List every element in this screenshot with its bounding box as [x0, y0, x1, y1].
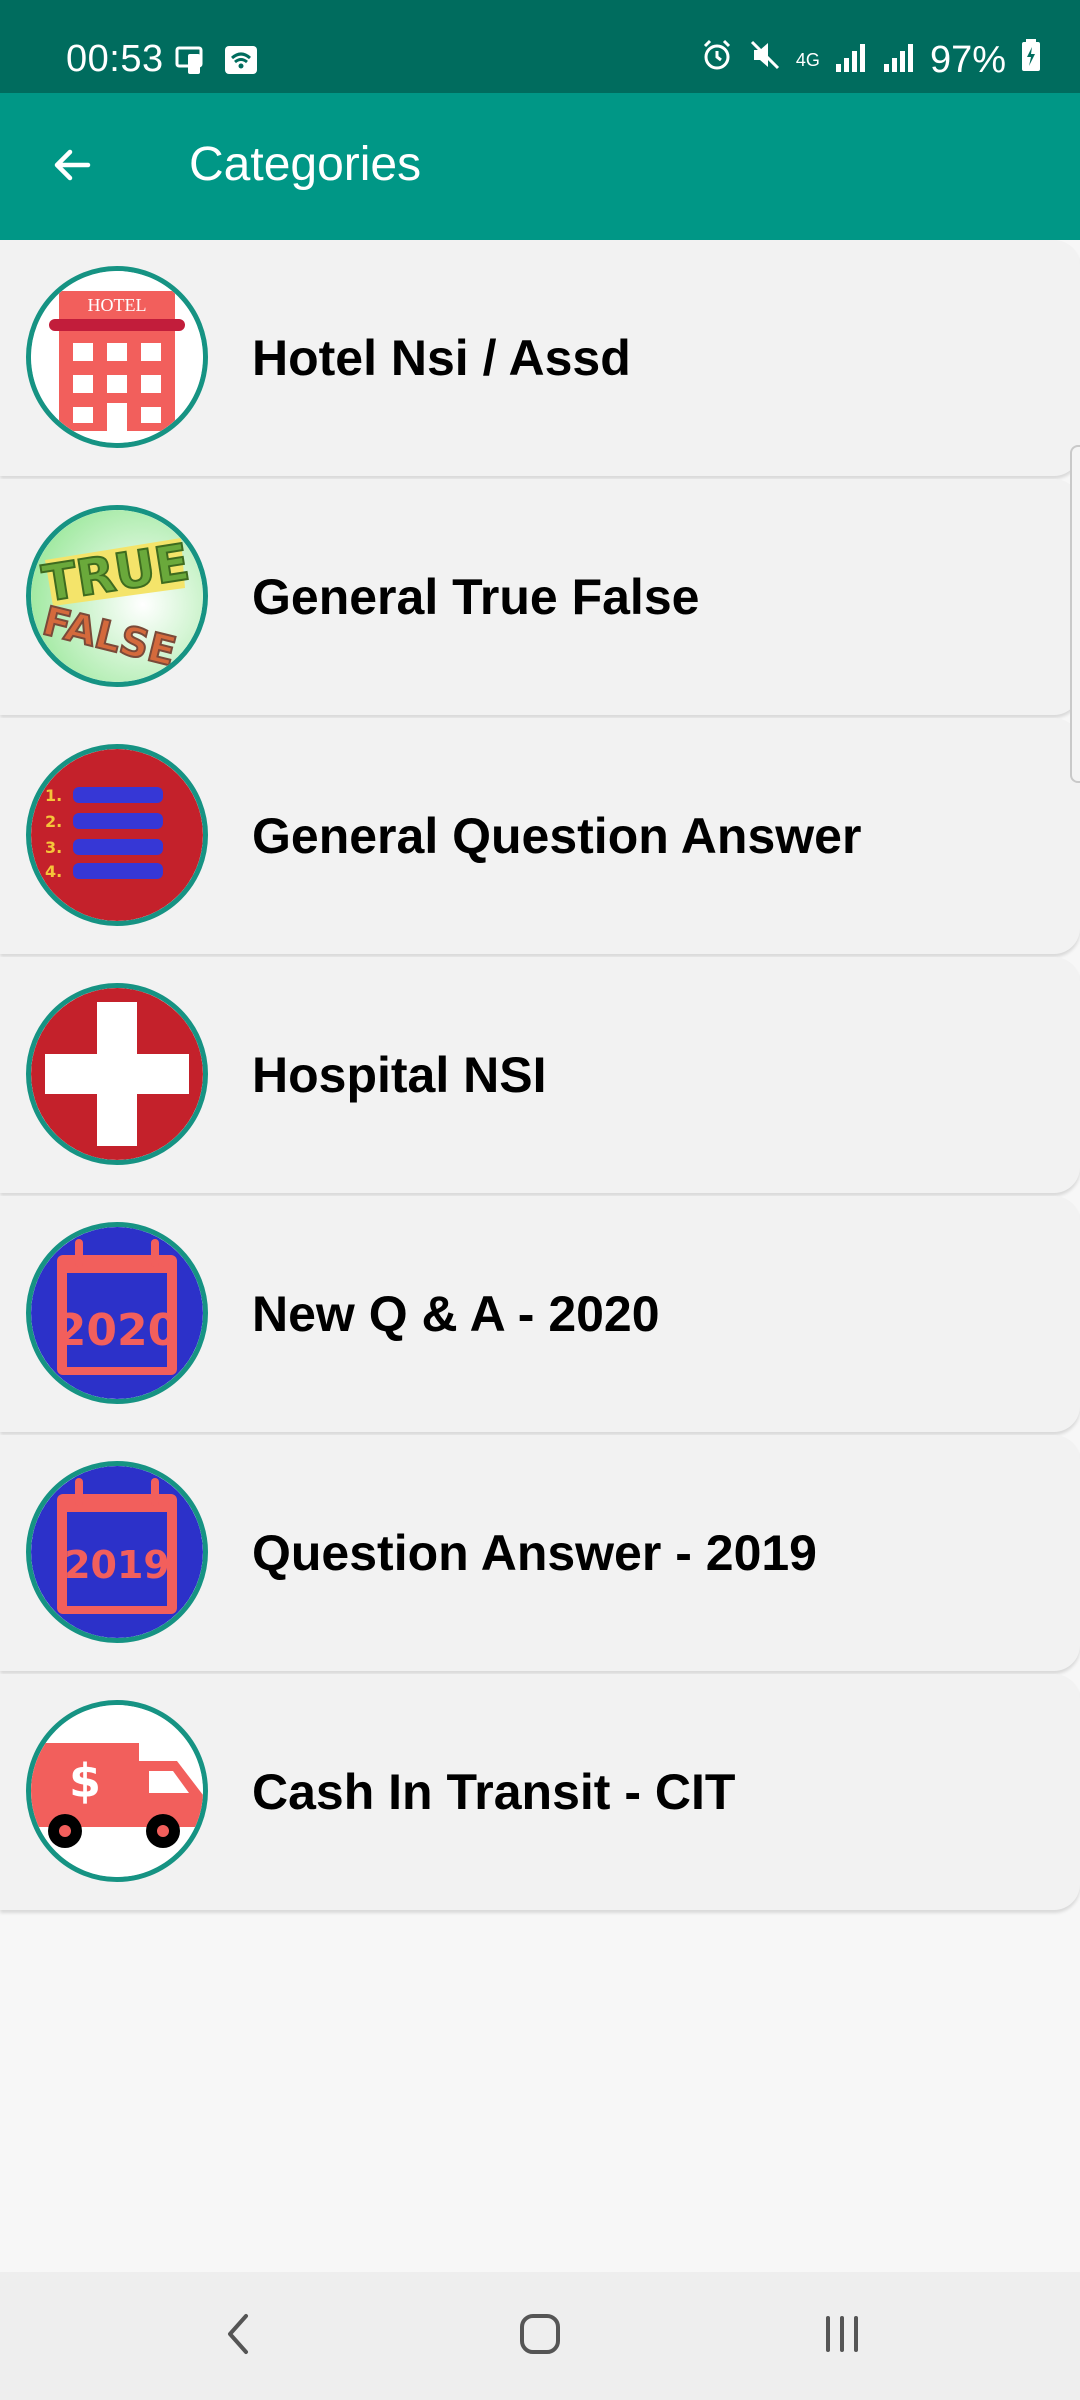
category-label: General True False: [252, 569, 700, 625]
alarm-icon: [700, 38, 734, 82]
status-time: 00:53: [66, 38, 164, 80]
hotel-icon: HOTEL: [26, 266, 208, 448]
calendar-2020-icon: 2020: [26, 1222, 208, 1404]
cash-truck-icon: $: [26, 1700, 208, 1882]
battery-charging-icon: [1020, 38, 1042, 82]
calendar-2019-icon: 2019: [26, 1461, 208, 1643]
battery-percent: 97%: [929, 38, 1006, 81]
svg-text:1.: 1.: [45, 786, 62, 805]
network-type-icon: 4G: [795, 50, 820, 70]
page-title: Categories: [189, 138, 422, 191]
svg-text:2020: 2020: [56, 1305, 178, 1356]
true-false-icon: TRUE FALSE: [26, 505, 208, 687]
category-item-question-answer-2019[interactable]: 2019 Question Answer - 2019: [0, 1435, 1080, 1671]
category-item-general-question-answer[interactable]: 1. 2. 3. 4. General Question Answer: [0, 718, 1080, 954]
mute-icon: [748, 38, 782, 82]
nav-recents-button[interactable]: [806, 2300, 878, 2372]
svg-text:3.: 3.: [45, 838, 62, 857]
svg-text:2.: 2.: [45, 812, 62, 831]
nav-back-button[interactable]: [202, 2300, 274, 2372]
category-item-new-qa-2020[interactable]: 2020 New Q & A - 2020: [0, 1196, 1080, 1432]
wifi-hotspot-icon: [224, 44, 258, 81]
screen-share-icon: [174, 44, 210, 81]
category-label: Hotel Nsi / Assd: [252, 330, 631, 386]
nav-back-icon: [218, 2310, 258, 2363]
system-nav-bar: [0, 2272, 1080, 2400]
svg-text:HOTEL: HOTEL: [88, 295, 147, 315]
medical-cross-icon: [26, 983, 208, 1165]
svg-text:4.: 4.: [45, 862, 62, 881]
category-item-general-true-false[interactable]: TRUE FALSE General True False: [0, 479, 1080, 715]
signal-icon: [834, 39, 868, 82]
category-item-hospital-nsi[interactable]: Hospital NSI: [0, 957, 1080, 1193]
category-label: Hospital NSI: [252, 1047, 547, 1103]
nav-home-button[interactable]: [504, 2300, 576, 2372]
category-label: Question Answer - 2019: [252, 1525, 817, 1581]
app-bar: Categories: [0, 93, 1080, 240]
arrow-left-icon: [48, 141, 96, 194]
category-list: HOTEL Hotel Nsi / Assd TRUE FALSE Genera…: [0, 240, 1080, 1913]
category-label: Cash In Transit - CIT: [252, 1764, 736, 1820]
status-bar: 00:53 4G 97%: [0, 0, 1080, 93]
category-label: New Q & A - 2020: [252, 1286, 660, 1342]
svg-text:$: $: [69, 1754, 101, 1808]
nav-recents-icon: [818, 2310, 866, 2363]
svg-text:2019: 2019: [64, 1543, 170, 1587]
category-item-hotel[interactable]: HOTEL Hotel Nsi / Assd: [0, 240, 1080, 476]
category-label: General Question Answer: [252, 808, 862, 864]
signal-icon-2: [882, 39, 916, 82]
nav-home-icon: [516, 2310, 564, 2363]
back-button[interactable]: [34, 129, 110, 205]
category-item-cash-in-transit[interactable]: $ Cash In Transit - CIT: [0, 1674, 1080, 1910]
numbered-list-icon: 1. 2. 3. 4.: [26, 744, 208, 926]
scrollbar-thumb[interactable]: [1070, 445, 1080, 783]
